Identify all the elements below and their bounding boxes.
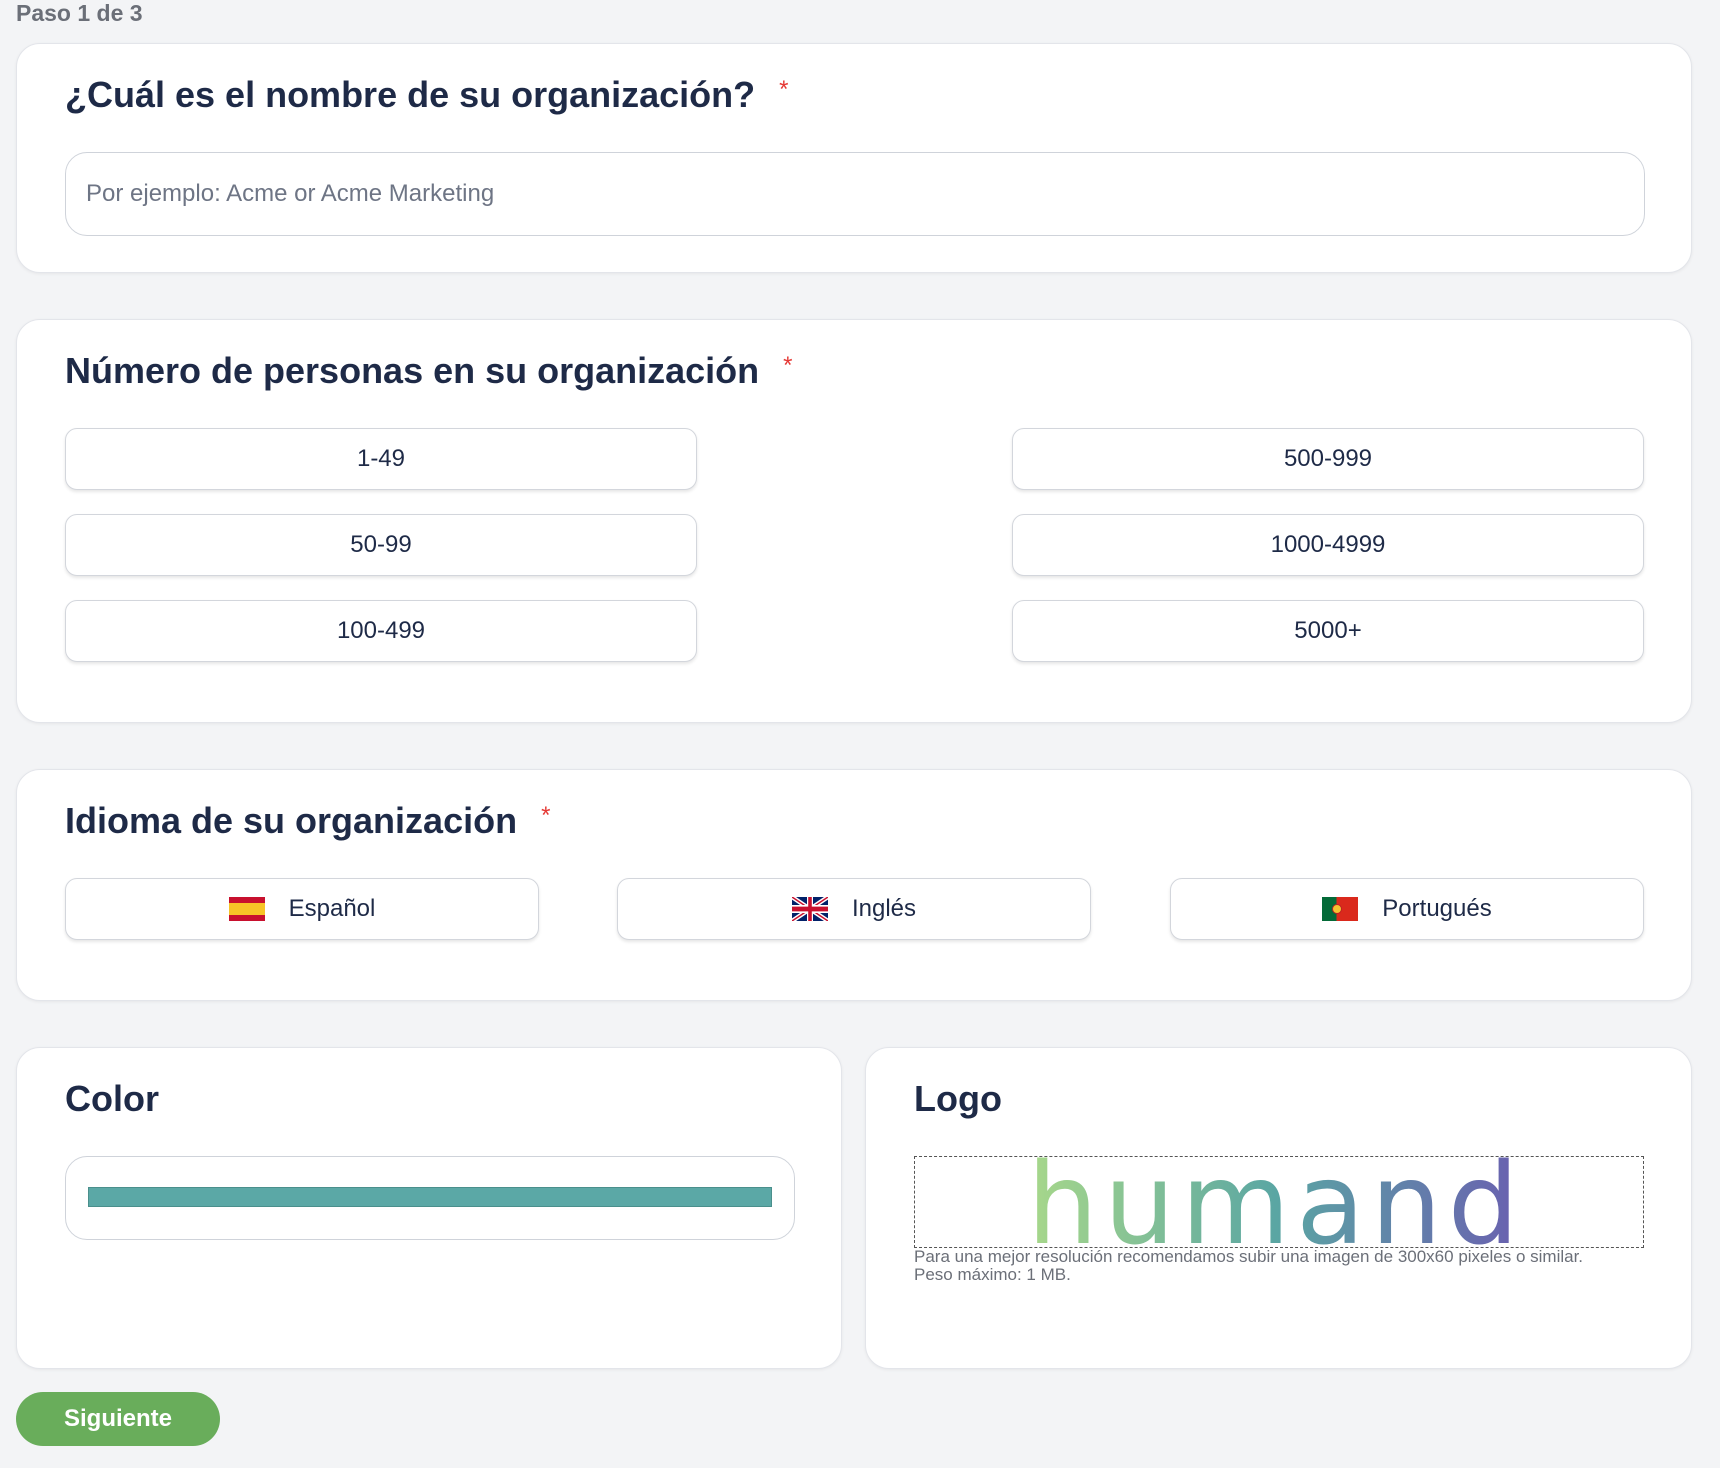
language-option-label: Portugués	[1382, 895, 1492, 922]
size-option-500-999[interactable]: 500-999	[1012, 428, 1644, 490]
language-card: Idioma de su organización * Español Inglé…	[16, 769, 1692, 1001]
language-option-spanish[interactable]: Español	[65, 878, 539, 940]
language-option-english[interactable]: Inglés	[617, 878, 1091, 940]
next-button[interactable]: Siguiente	[16, 1392, 220, 1446]
language-option-label: Inglés	[851, 895, 917, 922]
logo-text: humand	[1027, 1157, 1525, 1248]
uk-flag-icon	[791, 897, 828, 921]
required-mark: *	[779, 76, 789, 103]
language-option-portuguese[interactable]: Portugués	[1170, 878, 1644, 940]
color-swatch	[88, 1187, 772, 1207]
org-size-title: Número de personas en su organización *	[65, 350, 793, 391]
humand-logo-image: humand	[1027, 1157, 1525, 1248]
org-size-card: Número de personas en su organización * 1…	[16, 319, 1692, 723]
color-card: Color	[16, 1047, 842, 1369]
portugal-flag-icon	[1322, 897, 1359, 921]
color-title: Color	[65, 1078, 159, 1119]
size-option-50-99[interactable]: 50-99	[65, 514, 697, 576]
size-option-5000-plus[interactable]: 5000+	[1012, 600, 1644, 662]
required-mark: *	[783, 352, 793, 379]
logo-card: Logo humand Para una mejor resolución re…	[865, 1047, 1692, 1369]
language-title: Idioma de su organización *	[65, 800, 551, 841]
size-option-100-499[interactable]: 100-499	[65, 600, 697, 662]
logo-upload-area[interactable]: humand	[914, 1156, 1644, 1248]
color-picker[interactable]	[65, 1156, 795, 1240]
language-option-label: Español	[288, 895, 376, 922]
spain-flag-icon	[228, 897, 265, 921]
step-indicator: Paso 1 de 3	[16, 0, 143, 26]
required-mark: *	[541, 802, 551, 829]
logo-title: Logo	[914, 1078, 1002, 1119]
org-name-title: ¿Cuál es el nombre de su organización? *	[65, 74, 789, 115]
logo-hint: Para una mejor resolución recomendamos s…	[914, 1247, 1584, 1284]
size-option-1000-4999[interactable]: 1000-4999	[1012, 514, 1644, 576]
org-name-card: ¿Cuál es el nombre de su organización? *	[16, 43, 1692, 273]
size-option-1-49[interactable]: 1-49	[65, 428, 697, 490]
org-name-input[interactable]	[65, 152, 1645, 236]
